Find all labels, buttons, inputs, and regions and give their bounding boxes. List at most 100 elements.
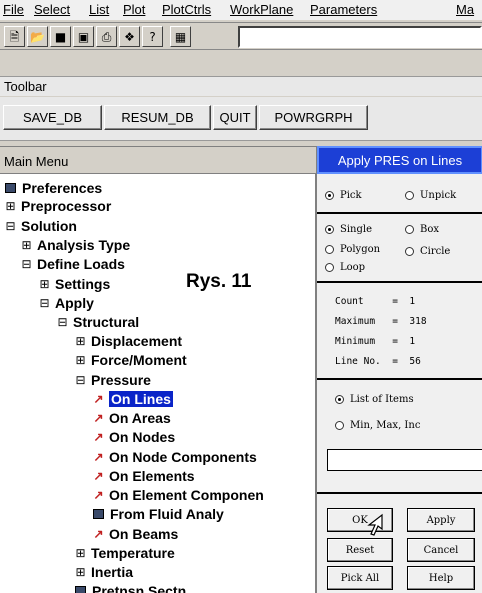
tree-item-pretnsn-sectn[interactable]: Pretnsn Sectn [74,581,186,593]
tree-item-on-lines[interactable]: ↗ On Lines [92,389,173,408]
expand-icon[interactable]: ⊞ [74,546,87,560]
expand-icon[interactable]: ⊞ [74,353,87,367]
tree-item-define-loads[interactable]: ⊟ Define Loads [20,254,124,273]
tree-item-apply[interactable]: ⊟ Apply [38,293,93,312]
save-icon[interactable]: ■ [50,26,71,47]
resum-db-button[interactable]: RESUM_DB [104,105,211,130]
collapse-icon[interactable]: ⊟ [56,315,69,329]
unpick-radio[interactable]: Unpick [405,190,456,201]
minimum-row: Minimum = 1 [335,336,416,347]
line-no-row: Line No. = 56 [335,356,421,367]
tree-item-on-elements[interactable]: ↗ On Elements [92,466,194,485]
tree-item-preferences[interactable]: Preferences [4,178,102,197]
open-folder-icon[interactable]: 📂 [27,26,48,47]
quit-button[interactable]: QUIT [213,105,257,130]
separator [317,378,482,380]
toolbar-title: Toolbar [0,76,482,96]
separator [317,281,482,283]
separator [317,492,482,494]
tree-item-displacement[interactable]: ⊞ Displacement [74,331,182,350]
square-icon [75,585,86,593]
tree-item-solution[interactable]: ⊟ Solution [4,216,77,235]
radio-empty-icon [405,225,414,234]
radio-empty-icon [405,191,414,200]
save-db-button[interactable]: SAVE_DB [3,105,102,130]
expand-icon[interactable]: ⊞ [38,277,51,291]
menu-list[interactable]: List [89,2,109,17]
help-icon[interactable]: ? [142,26,163,47]
cancel-button[interactable]: Cancel [407,538,475,562]
command-input[interactable] [238,26,482,48]
arrow-icon: ↗ [93,449,104,464]
single-radio[interactable]: Single [325,224,372,235]
calculator-icon[interactable]: ▦ [170,26,191,47]
collapse-icon[interactable]: ⊟ [4,219,17,233]
radio-selected-icon [335,395,344,404]
list-of-items-radio[interactable]: List of Items [335,394,414,405]
tree-item-from-fluid-analy[interactable]: From Fluid Analy [92,504,224,523]
main-menu-title: Main Menu [0,146,316,174]
tree-item-on-nodes[interactable]: ↗ On Nodes [92,427,175,446]
menu-macro[interactable]: Ma [456,2,474,17]
tree-item-preprocessor[interactable]: ⊞ Preprocessor [4,196,111,215]
tree-item-temperature[interactable]: ⊞ Temperature [74,543,174,562]
tree-item-analysis-type[interactable]: ⊞ Analysis Type [20,235,130,254]
menu-plot[interactable]: Plot [123,2,145,17]
main-menu-tree: Preferences ⊞ Preprocessor ⊟ Solution ⊞ Ana… [0,174,316,593]
tree-item-on-node-components[interactable]: ↗ On Node Components [92,447,256,466]
arrow-icon: ↗ [93,429,104,444]
tree-item-on-beams[interactable]: ↗ On Beams [92,524,178,543]
menu-file[interactable]: File [3,2,24,17]
tree-item-settings[interactable]: ⊞ Settings [38,274,110,293]
apply-pres-dialog: Apply PRES on Lines Pick Unpick Single B… [316,146,482,593]
powrgrph-button[interactable]: POWRGRPH [259,105,368,130]
arrow-icon: ↗ [93,526,104,541]
min-max-inc-radio[interactable]: Min, Max, Inc [335,420,420,431]
collapse-icon[interactable]: ⊟ [20,257,33,271]
radio-empty-icon [325,245,334,254]
circle-radio[interactable]: Circle [405,246,450,257]
help-button[interactable]: Help [407,566,475,590]
tree-item-pressure[interactable]: ⊟ Pressure [74,370,150,389]
collapse-icon[interactable]: ⊟ [74,373,87,387]
cube-icon[interactable]: ▣ [73,26,94,47]
loop-radio[interactable]: Loop [325,262,365,273]
square-icon [5,182,16,193]
radio-empty-icon [405,247,414,256]
radio-selected-icon [325,225,334,234]
mouse-cursor-icon [367,513,383,536]
arrow-icon: ↗ [93,391,104,406]
square-icon [93,508,104,519]
toolbar-panel: SAVE_DB RESUM_DB QUIT POWRGRPH [0,97,482,141]
expand-icon[interactable]: ⊞ [20,238,33,252]
menu-parameters[interactable]: Parameters [310,2,377,17]
menu-select[interactable]: Select [34,2,70,17]
expand-icon[interactable]: ⊞ [74,334,87,348]
expand-icon[interactable]: ⊞ [74,565,87,579]
box-radio[interactable]: Box [405,224,439,235]
figure-annotation: Rys. 11 [186,271,252,292]
tree-item-on-element-components[interactable]: ↗ On Element Componen [92,485,263,504]
arrow-icon: ↗ [93,410,104,425]
reset-button[interactable]: Reset [327,538,393,562]
expand-icon[interactable]: ⊞ [4,199,17,213]
collapse-icon[interactable]: ⊟ [38,296,51,310]
pick-all-button[interactable]: Pick All [327,566,393,590]
tree-item-on-areas[interactable]: ↗ On Areas [92,408,170,427]
separator [317,212,482,214]
pick-input[interactable] [327,449,482,471]
tree-item-inertia[interactable]: ⊞ Inertia [74,562,133,581]
dialog-title: Apply PRES on Lines [317,146,482,174]
paint-icon[interactable]: ❖ [119,26,140,47]
tree-item-force-moment[interactable]: ⊞ Force/Moment [74,350,186,369]
apply-button[interactable]: Apply [407,508,475,532]
pick-radio[interactable]: Pick [325,190,362,201]
menu-workplane[interactable]: WorkPlane [230,2,293,17]
tree-item-structural[interactable]: ⊟ Structural [56,312,139,331]
new-file-icon[interactable]: 🗎 [4,26,25,47]
menu-plotctrls[interactable]: PlotCtrls [162,2,211,17]
print-icon[interactable]: ⎙ [96,26,117,47]
radio-empty-icon [325,263,334,272]
count-row: Count = 1 [335,296,416,307]
polygon-radio[interactable]: Polygon [325,244,380,255]
